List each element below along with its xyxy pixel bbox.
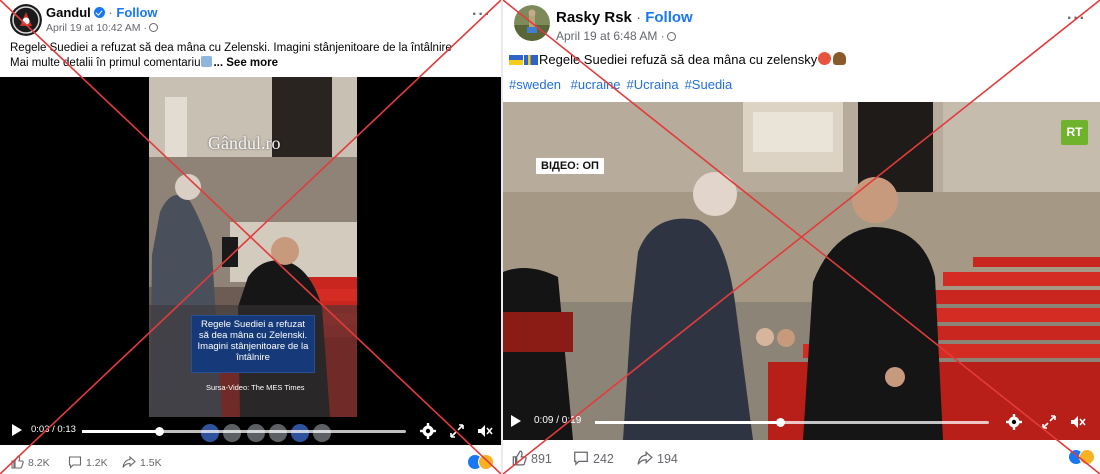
share-arrow-icon <box>637 450 653 465</box>
separator: · <box>636 9 642 26</box>
globe-icon <box>666 32 676 41</box>
play-icon[interactable] <box>12 424 22 436</box>
more-options-icon[interactable]: ··· <box>472 6 491 24</box>
share-arrow-icon <box>122 455 136 468</box>
shares-count[interactable]: 1.5K <box>122 455 162 469</box>
post-meta: April 19 at 10:42 AM · <box>46 22 158 34</box>
author-line: Rasky Rsk · Follow <box>556 9 693 26</box>
verified-badge-icon <box>93 7 105 18</box>
post-timestamp[interactable]: April 19 at 6:48 AM <box>556 29 657 43</box>
globe-icon <box>148 23 158 32</box>
video-caption: Regele Suediei a refuzat să dea mâna cu … <box>191 315 315 373</box>
post-text-line: Regele Suediei a refuzat să dea mâna cu … <box>10 42 452 54</box>
post-text: Regele Suediei refuză să dea mâna cu zel… <box>509 52 847 67</box>
sweden-flag-icon <box>524 55 538 65</box>
post-header: Rasky Rsk · Follow April 19 at 6:48 AM ·… <box>509 2 1086 43</box>
fullscreen-expand-icon[interactable] <box>1040 413 1058 431</box>
mute-volume-icon[interactable] <box>1069 413 1087 431</box>
see-more-link[interactable]: ... See more <box>213 57 278 69</box>
comments-count[interactable]: 1.2K <box>68 455 108 469</box>
follow-button[interactable]: Follow <box>645 9 693 26</box>
settings-gear-icon[interactable] <box>1005 413 1023 431</box>
post-text-line: Mai multe detalii în primul comentariu..… <box>10 56 279 69</box>
author-line: Gandul · Follow <box>46 5 158 20</box>
video-controls: 0:03 / 0:13 <box>0 417 501 445</box>
video-frame <box>503 102 1100 440</box>
haha-reaction-icon <box>478 454 494 470</box>
clown-emoji-icon <box>818 52 832 65</box>
separator: · <box>660 29 665 43</box>
comments-count[interactable]: 242 <box>573 450 614 466</box>
author-avatar[interactable] <box>10 4 42 36</box>
post-header: Gandul · Follow April 19 at 10:42 AM · ·… <box>10 4 491 38</box>
seekbar-progress <box>595 421 781 424</box>
more-options-icon[interactable]: ··· <box>1067 10 1086 28</box>
rt-logo: RT <box>1061 120 1088 145</box>
settings-gear-icon[interactable] <box>419 422 437 440</box>
video-seekbar[interactable] <box>82 427 406 436</box>
pointing-down-emoji-icon <box>201 56 213 67</box>
video-time: 0:03 / 0:13 <box>31 424 76 435</box>
post-meta: April 19 at 6:48 AM · <box>556 29 676 43</box>
reactions-count[interactable]: 8.2K <box>10 455 50 469</box>
comment-bubble-icon <box>68 456 82 469</box>
video-player[interactable]: ВІДЕО: ОП RT 0:09 / 0:19 <box>503 102 1100 440</box>
haha-reaction-icon <box>1079 449 1095 465</box>
separator: · <box>143 22 147 34</box>
hashtag-link[interactable]: #ucraine <box>571 77 621 92</box>
video-watermark: Gândul.ro <box>208 133 281 153</box>
post-timestamp[interactable]: April 19 at 10:42 AM <box>46 22 141 34</box>
author-avatar[interactable] <box>514 5 550 41</box>
video-seekbar[interactable] <box>595 418 989 427</box>
separator: · <box>108 5 113 20</box>
ukraine-flag-icon <box>509 55 523 65</box>
play-icon[interactable] <box>511 415 521 427</box>
comment-bubble-icon <box>574 451 588 466</box>
like-thumb-icon <box>512 450 527 466</box>
video-overlay-tag: ВІДЕО: ОП <box>536 158 604 174</box>
seekbar-handle[interactable] <box>155 427 165 436</box>
video-player[interactable]: Gândul.ro Regele Suediei a refuzat să de… <box>0 77 501 445</box>
post-text: Regele Suediei a refuzat să dea mâna cu … <box>10 41 480 71</box>
reaction-icons[interactable] <box>1068 449 1096 466</box>
video-time: 0:09 / 0:19 <box>534 415 582 426</box>
post-engagement-bar: 891 242 194 <box>503 446 1100 470</box>
poop-emoji-icon <box>833 52 847 65</box>
reaction-icons[interactable] <box>467 454 495 471</box>
hashtag-link[interactable]: #sweden <box>509 77 561 92</box>
author-name[interactable]: Gandul <box>46 5 91 20</box>
facebook-post-gandul: Gandul · Follow April 19 at 10:42 AM · ·… <box>0 0 501 474</box>
like-thumb-icon <box>11 455 24 469</box>
hashtag-list: #sweden #ucraine #Ucraina #Suedia <box>509 77 738 92</box>
video-source: Sursa-Video: The MES Times <box>206 383 305 392</box>
hashtag-link[interactable]: #Suedia <box>685 77 733 92</box>
fullscreen-expand-icon[interactable] <box>448 422 466 440</box>
mute-volume-icon[interactable] <box>476 422 494 440</box>
reactions-count[interactable]: 891 <box>511 450 552 466</box>
video-controls: 0:09 / 0:19 <box>503 408 1100 436</box>
shares-count[interactable]: 194 <box>637 450 678 466</box>
follow-button[interactable]: Follow <box>116 5 157 20</box>
post-engagement-bar: 8.2K 1.2K 1.5K <box>0 451 501 474</box>
author-name[interactable]: Rasky Rsk <box>556 9 632 26</box>
seekbar-progress <box>82 430 160 433</box>
seekbar-handle[interactable] <box>775 418 785 427</box>
facebook-post-rasky: Rasky Rsk · Follow April 19 at 6:48 AM ·… <box>503 0 1100 474</box>
hashtag-link[interactable]: #Ucraina <box>627 77 679 92</box>
